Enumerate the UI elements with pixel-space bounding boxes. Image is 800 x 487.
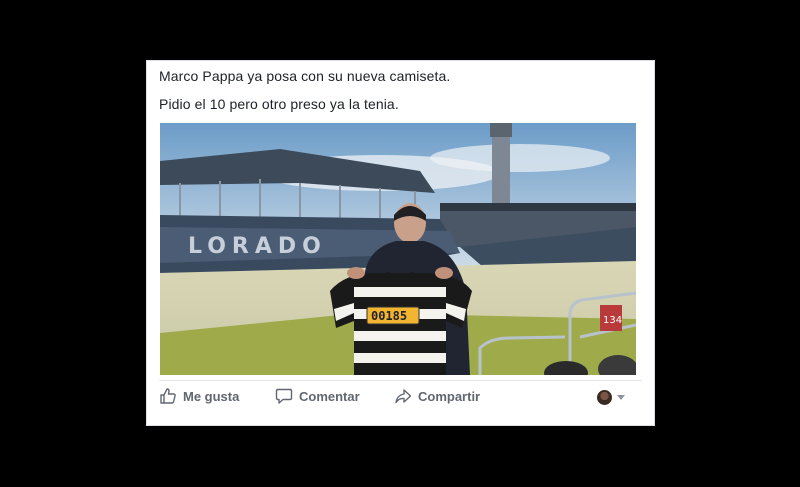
comment-button[interactable]: Comentar (275, 387, 360, 405)
post-text-line-2: Pidio el 10 pero otro preso ya la tenia. (159, 96, 399, 112)
stand-letters: LORADO (188, 234, 327, 259)
like-button[interactable]: Me gusta (159, 387, 239, 405)
action-bar-divider (159, 380, 642, 381)
post-text-line-1: Marco Pappa ya posa con su nueva camiset… (159, 68, 451, 84)
action-bar: Me gusta Comentar Compartir (159, 387, 624, 409)
like-label: Me gusta (183, 388, 240, 404)
share-label: Compartir (418, 388, 481, 404)
thumbs-up-icon (159, 387, 177, 405)
jersey-number: 00185 (371, 309, 407, 323)
post-card: Marco Pappa ya posa con su nueva camiset… (146, 60, 655, 426)
section-sign-number: 134 (603, 315, 622, 326)
avatar (597, 390, 612, 405)
comment-label: Comentar (299, 388, 360, 404)
reaction-profile-selector[interactable] (597, 390, 625, 405)
share-arrow-icon (394, 387, 412, 405)
post-photo[interactable]: LORADO 134 00185 (160, 123, 636, 375)
stadium-photo-illustration: LORADO 134 00185 (160, 123, 636, 375)
chevron-down-icon (617, 395, 625, 400)
speech-bubble-icon (275, 387, 293, 405)
share-button[interactable]: Compartir (394, 387, 480, 405)
